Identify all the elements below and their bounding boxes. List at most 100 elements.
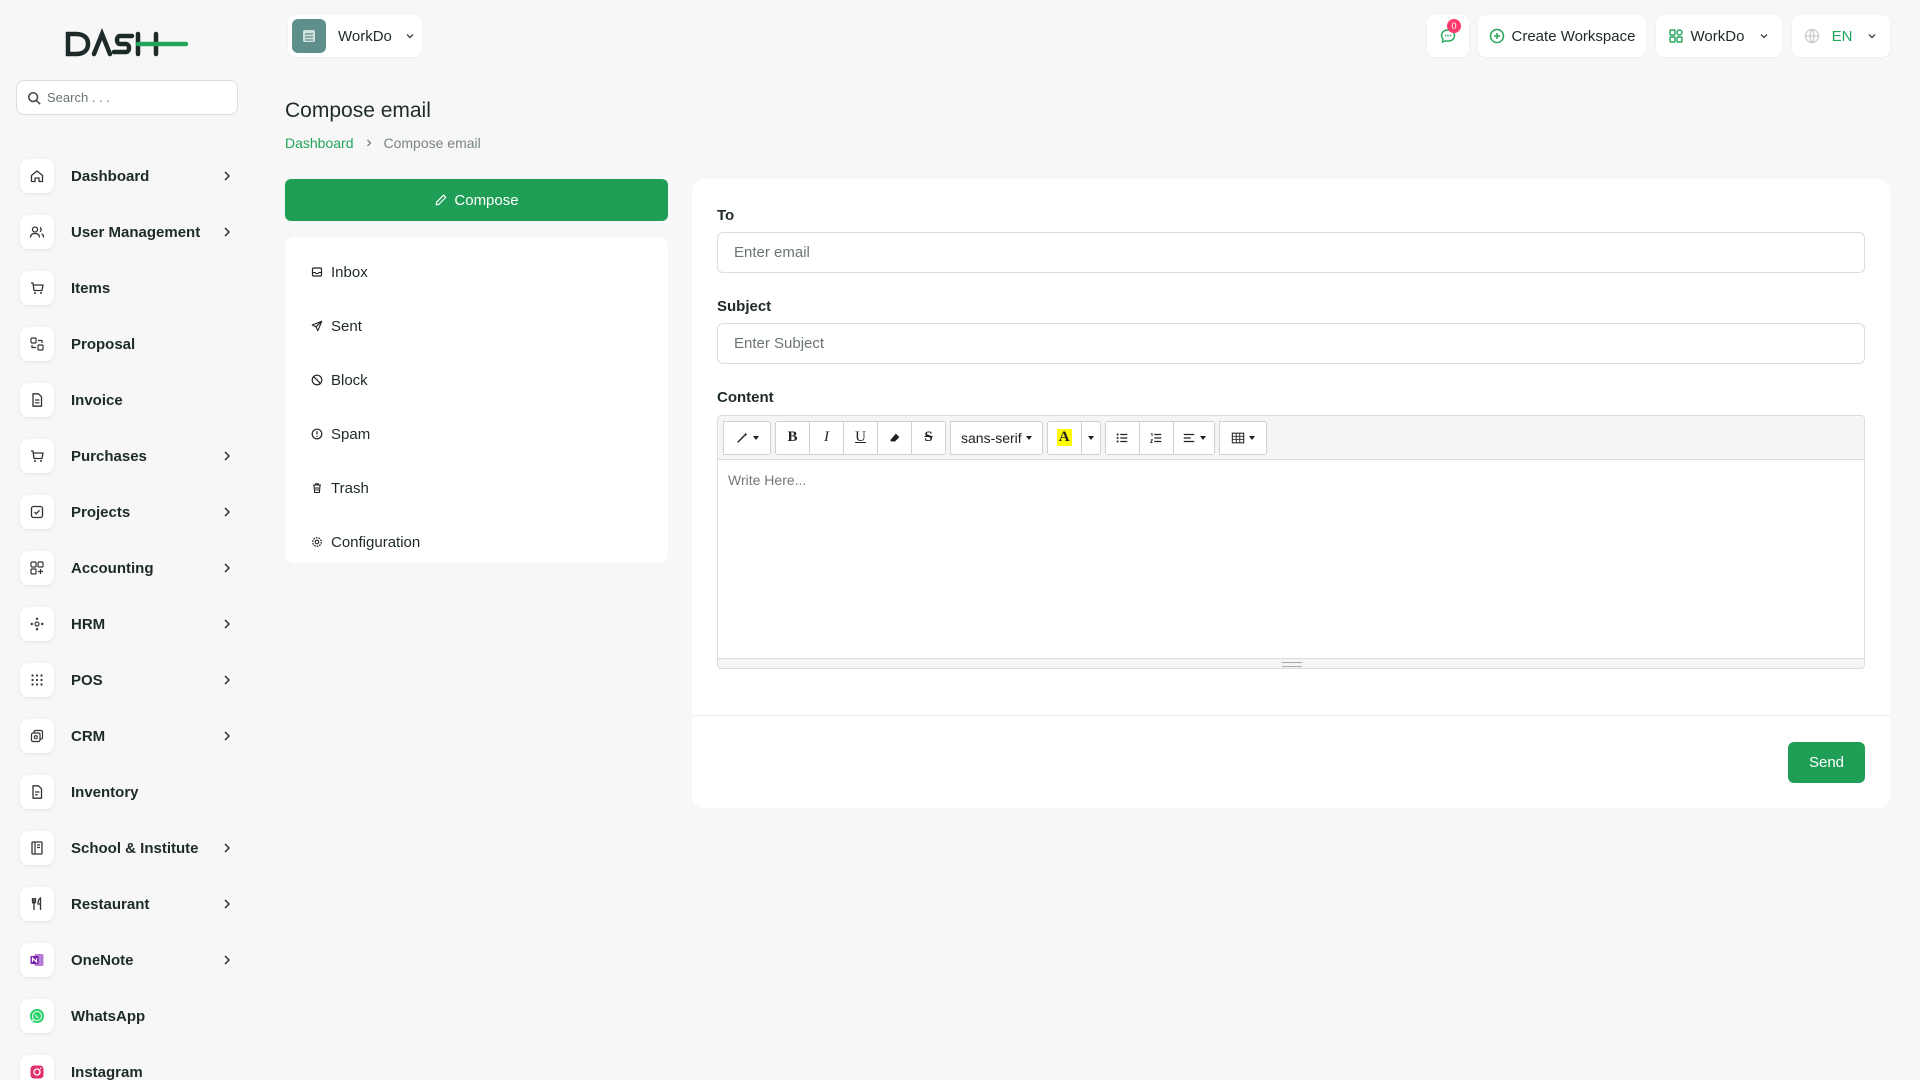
numbered-list-button[interactable] <box>1138 420 1174 455</box>
instagram-icon-wrap <box>20 1055 54 1080</box>
chevron-down-icon <box>1760 34 1768 39</box>
table-button[interactable] <box>1218 420 1267 455</box>
notification-badge: 0 <box>1447 19 1461 33</box>
workspace-selector[interactable]: WorkDo <box>288 15 422 57</box>
sidebar-item-onenote[interactable]: OneNote <box>20 932 240 988</box>
clear-format-button[interactable] <box>877 420 912 455</box>
language-selector[interactable]: EN <box>1792 15 1890 57</box>
folder-trash[interactable]: Trash <box>285 461 668 515</box>
sidebar-item-label: Restaurant <box>71 895 150 913</box>
folder-block[interactable]: Block <box>285 353 668 407</box>
sidebar-item-instagram[interactable]: Instagram <box>20 1044 240 1080</box>
compose-button[interactable]: Compose <box>285 179 668 221</box>
search-box[interactable]: Search . . . <box>16 80 238 115</box>
sidebar-item-accounting[interactable]: Accounting <box>20 540 240 596</box>
search-input[interactable]: Search . . . <box>47 90 110 105</box>
cart-icon <box>31 282 44 294</box>
cart-icon-wrap <box>20 271 54 305</box>
compose-label: Compose <box>454 191 519 209</box>
strikethrough-button[interactable]: S <box>911 420 946 455</box>
invoice-icon <box>32 393 43 407</box>
folder-label: Spam <box>331 425 371 443</box>
folder-spam[interactable]: Spam <box>285 407 668 461</box>
sidebar-item-crm[interactable]: CRM <box>20 708 240 764</box>
sidebar-item-proposal[interactable]: Proposal <box>20 316 240 372</box>
chevron-right-icon <box>224 899 231 909</box>
form-divider <box>692 715 1890 716</box>
folder-configuration[interactable]: Configuration <box>285 515 668 569</box>
sidebar-item-label: OneNote <box>71 951 134 969</box>
grid-icon <box>30 561 44 575</box>
pencil-icon <box>435 194 447 206</box>
invoice-icon-wrap <box>20 383 54 417</box>
users-icon <box>29 226 45 238</box>
bullet-list-button[interactable] <box>1104 420 1140 455</box>
proposal-icon <box>30 337 44 351</box>
magic-style-button[interactable] <box>723 420 771 455</box>
sidebar-item-whatsapp[interactable]: WhatsApp <box>20 988 240 1044</box>
chevron-right-icon <box>224 675 231 685</box>
sidebar-item-inventory[interactable]: Inventory <box>20 764 240 820</box>
crm-icon <box>30 729 44 743</box>
sidebar-item-items[interactable]: Items <box>20 260 240 316</box>
workspace-switch-button[interactable]: WorkDo <box>1656 15 1782 57</box>
onenote-icon-wrap <box>20 943 54 977</box>
grid-icon-wrap <box>20 551 54 585</box>
sidebar-item-purchases[interactable]: Purchases <box>20 428 240 484</box>
whatsapp-icon-wrap <box>20 999 54 1033</box>
folder-inbox[interactable]: Inbox <box>285 245 668 299</box>
editor-resize-handle[interactable] <box>718 658 1864 668</box>
chevron-right-icon <box>224 507 231 517</box>
dash-logo[interactable] <box>64 26 190 62</box>
breadcrumb-dashboard-link[interactable]: Dashboard <box>285 135 354 151</box>
sidebar-item-label: User Management <box>71 223 201 241</box>
search-icon <box>27 91 41 104</box>
sidebar-item-label: CRM <box>71 727 106 745</box>
to-label: To <box>717 207 735 224</box>
magic-wand-icon <box>737 431 748 443</box>
chevron-down-icon <box>1868 34 1876 39</box>
sidebar-item-projects[interactable]: Projects <box>20 484 240 540</box>
font-family-select[interactable]: sans-serif <box>950 420 1043 455</box>
cart-icon <box>31 450 44 462</box>
folder-label: Configuration <box>331 533 421 551</box>
sidebar-item-hrm[interactable]: HRM <box>20 596 240 652</box>
workspace-logo <box>292 19 326 53</box>
chevron-right-icon <box>224 563 231 573</box>
paragraph-align-button[interactable] <box>1172 420 1215 455</box>
text-color-dropdown[interactable] <box>1080 420 1101 455</box>
eraser-icon <box>889 433 899 441</box>
subject-label: Subject <box>717 298 772 315</box>
to-input[interactable] <box>717 232 1865 273</box>
numbered-list-icon <box>1150 432 1162 443</box>
sidebar-item-label: HRM <box>71 615 106 633</box>
workspace-name: WorkDo <box>338 27 392 45</box>
folder-label: Block <box>331 371 368 389</box>
sidebar-item-user-management[interactable]: User Management <box>20 204 240 260</box>
sidebar-item-restaurant[interactable]: Restaurant <box>20 876 240 932</box>
sidebar-item-pos[interactable]: POS <box>20 652 240 708</box>
book-icon-wrap <box>20 831 54 865</box>
compose-form: To Subject Content B I U S sans-serif <box>692 179 1890 808</box>
messages-button[interactable]: 0 <box>1427 15 1469 57</box>
create-workspace-button[interactable]: Create Workspace <box>1478 15 1646 57</box>
content-editor-area[interactable]: Write Here... <box>718 460 1864 660</box>
chevron-right-icon <box>224 731 231 741</box>
sidebar-item-label: School & Institute <box>71 839 199 857</box>
sidebar-item-label: Projects <box>71 503 131 521</box>
italic-button[interactable]: I <box>809 420 844 455</box>
folder-sent[interactable]: Sent <box>285 299 668 353</box>
send-button[interactable]: Send <box>1788 742 1865 783</box>
breadcrumb: Dashboard Compose email <box>285 135 481 151</box>
sidebar-item-invoice[interactable]: Invoice <box>20 372 240 428</box>
table-icon <box>1231 432 1244 443</box>
folder-list: Inbox Sent Block Spam Trash Configuration <box>285 237 668 563</box>
bold-button[interactable]: B <box>775 420 810 455</box>
utensils-icon-wrap <box>20 887 54 921</box>
underline-button[interactable]: U <box>843 420 878 455</box>
sidebar-item-school-institute[interactable]: School & Institute <box>20 820 240 876</box>
text-color-button[interactable]: A <box>1046 420 1082 455</box>
globe-icon <box>1804 28 1819 44</box>
subject-input[interactable] <box>717 323 1865 364</box>
sidebar-item-dashboard[interactable]: Dashboard <box>20 148 240 204</box>
